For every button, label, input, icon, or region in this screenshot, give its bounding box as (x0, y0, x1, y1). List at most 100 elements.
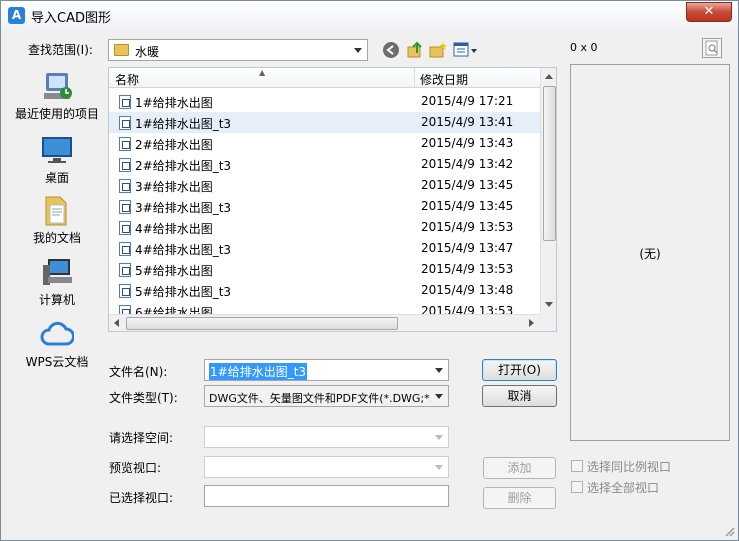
sort-ascending-icon: ▲ (259, 68, 266, 77)
file-row[interactable]: 4#给排水出图_t3 2015/4/9 13:47 (109, 238, 540, 259)
file-row[interactable]: 4#给排水出图 2015/4/9 13:53 (109, 217, 540, 238)
viewport-label: 预览视口: (109, 461, 162, 475)
file-row[interactable]: 2#给排水出图 2015/4/9 13:43 (109, 133, 540, 154)
file-row[interactable]: 3#给排水出图 2015/4/9 13:45 (109, 175, 540, 196)
place-label: 桌面 (44, 171, 69, 185)
file-list[interactable]: ▲ 名称 修改日期 1#给排水出图 2015/4/9 17:21 1#给排水出图_t… (108, 67, 557, 332)
new-folder-button[interactable] (429, 41, 447, 59)
chevron-down-icon (435, 394, 443, 399)
file-name: 1#给排水出图_t3 (135, 117, 232, 131)
chevron-down-icon (354, 48, 362, 53)
lookin-value: 水暖 (135, 45, 160, 59)
preview-pane: (无) (570, 64, 730, 441)
place-recent-items[interactable]: 最近使用的项目 (9, 69, 105, 122)
place-my-documents[interactable]: 我的文档 (9, 193, 105, 246)
file-date: 2015/4/9 13:53 (421, 262, 514, 276)
folder-icon (114, 44, 129, 56)
space-label: 请选择空间: (109, 431, 174, 445)
file-date: 2015/4/9 13:43 (421, 136, 514, 150)
column-separator (414, 68, 415, 88)
desktop-icon (40, 133, 74, 167)
filename-combo[interactable]: 1#给排水出图_t3 (204, 359, 449, 381)
window-title: 导入CAD图形 (31, 11, 111, 26)
select-all-checkbox[interactable] (571, 481, 583, 493)
chevron-down-icon (435, 368, 443, 373)
preview-size-label: 0 x 0 (570, 41, 598, 54)
vertical-scrollbar[interactable] (540, 68, 556, 314)
vertical-scroll-thumb[interactable] (543, 86, 556, 241)
column-name-header[interactable]: 名称 (115, 71, 139, 88)
scroll-right-icon[interactable] (529, 319, 534, 327)
file-name: 3#给排水出图 (135, 180, 213, 194)
up-folder-icon (407, 41, 422, 58)
file-row[interactable]: 2#给排水出图_t3 2015/4/9 13:42 (109, 154, 540, 175)
dwg-file-icon (119, 137, 131, 151)
new-folder-icon (429, 42, 447, 58)
scroll-down-icon[interactable] (545, 302, 553, 307)
column-date-header[interactable]: 修改日期 (420, 71, 468, 88)
dwg-file-icon (119, 263, 131, 277)
same-scale-label: 选择同比例视口 (587, 460, 672, 474)
place-computer[interactable]: 计算机 (9, 255, 105, 308)
file-row[interactable]: 1#给排水出图_t3 2015/4/9 13:41 (109, 112, 540, 133)
delete-button[interactable]: 删除 (483, 487, 556, 509)
dwg-file-icon (119, 242, 131, 256)
file-name: 2#给排水出图 (135, 138, 213, 152)
place-label: WPS云文档 (25, 355, 89, 369)
cancel-button[interactable]: 取消 (482, 385, 557, 407)
file-date: 2015/4/9 13:45 (421, 199, 514, 213)
places-bar: 最近使用的项目 桌面 我的文档 计算机 WPS云文档 (9, 63, 105, 533)
file-row[interactable]: 1#给排水出图 2015/4/9 17:21 (109, 91, 540, 112)
file-date: 2015/4/9 17:21 (421, 94, 514, 108)
add-button[interactable]: 添加 (483, 457, 556, 479)
file-date: 2015/4/9 13:53 (421, 220, 514, 234)
filetype-label: 文件类型(T): (109, 391, 178, 405)
selected-viewport-field[interactable] (204, 485, 449, 507)
dwg-file-icon (119, 95, 131, 109)
lookin-combo[interactable]: 水暖 (108, 39, 368, 61)
filetype-value: DWG文件、矢量图文件和PDF文件(*.DWG;*. (209, 392, 431, 405)
dwg-file-icon (119, 116, 131, 130)
file-name: 3#给排水出图_t3 (135, 201, 232, 215)
scroll-left-icon[interactable] (114, 319, 119, 327)
resize-grip-icon[interactable] (723, 525, 735, 537)
dwg-file-icon (119, 179, 131, 193)
filename-label: 文件名(N): (109, 365, 168, 379)
view-menu-button[interactable] (453, 41, 479, 59)
recent-items-icon (40, 69, 74, 103)
open-button[interactable]: 打开(O) (482, 359, 557, 381)
file-row[interactable]: 5#给排水出图_t3 2015/4/9 13:48 (109, 280, 540, 301)
place-wps-cloud[interactable]: WPS云文档 (9, 317, 105, 370)
scroll-up-icon[interactable] (545, 74, 553, 79)
import-cad-dialog: A 导入CAD图形 ✕ 查找范围(I): 水暖 最近使用的项目 桌面 我的文档 … (0, 0, 739, 541)
back-arrow-icon (383, 42, 399, 58)
horizontal-scroll-thumb[interactable] (126, 317, 398, 330)
file-row[interactable]: 5#给排水出图 2015/4/9 13:53 (109, 259, 540, 280)
file-date: 2015/4/9 13:48 (421, 283, 514, 297)
dwg-file-icon (119, 158, 131, 172)
viewport-combo[interactable] (204, 456, 449, 478)
chevron-down-icon (435, 435, 443, 440)
file-name: 1#给排水出图 (135, 96, 213, 110)
dwg-file-icon (119, 284, 131, 298)
computer-icon (40, 255, 74, 289)
file-date: 2015/4/9 13:47 (421, 241, 514, 255)
file-date: 2015/4/9 13:45 (421, 178, 514, 192)
close-button[interactable]: ✕ (686, 2, 732, 22)
filename-value[interactable]: 1#给排水出图_t3 (209, 363, 308, 380)
place-desktop[interactable]: 桌面 (9, 133, 105, 186)
zoom-preview-button[interactable] (702, 38, 722, 58)
filetype-combo[interactable]: DWG文件、矢量图文件和PDF文件(*.DWG;*. (204, 385, 449, 407)
horizontal-scrollbar[interactable] (109, 314, 540, 331)
scroll-corner (540, 314, 556, 331)
file-name: 5#给排水出图 (135, 264, 213, 278)
place-label: 我的文档 (32, 231, 81, 245)
dwg-file-icon (119, 200, 131, 214)
selected-viewport-label: 已选择视口: (109, 491, 174, 505)
back-button[interactable] (382, 41, 400, 59)
same-scale-checkbox[interactable] (571, 460, 583, 472)
file-name: 5#给排水出图_t3 (135, 285, 232, 299)
up-folder-button[interactable] (406, 41, 424, 59)
space-combo[interactable] (204, 426, 449, 448)
file-row[interactable]: 3#给排水出图_t3 2015/4/9 13:45 (109, 196, 540, 217)
